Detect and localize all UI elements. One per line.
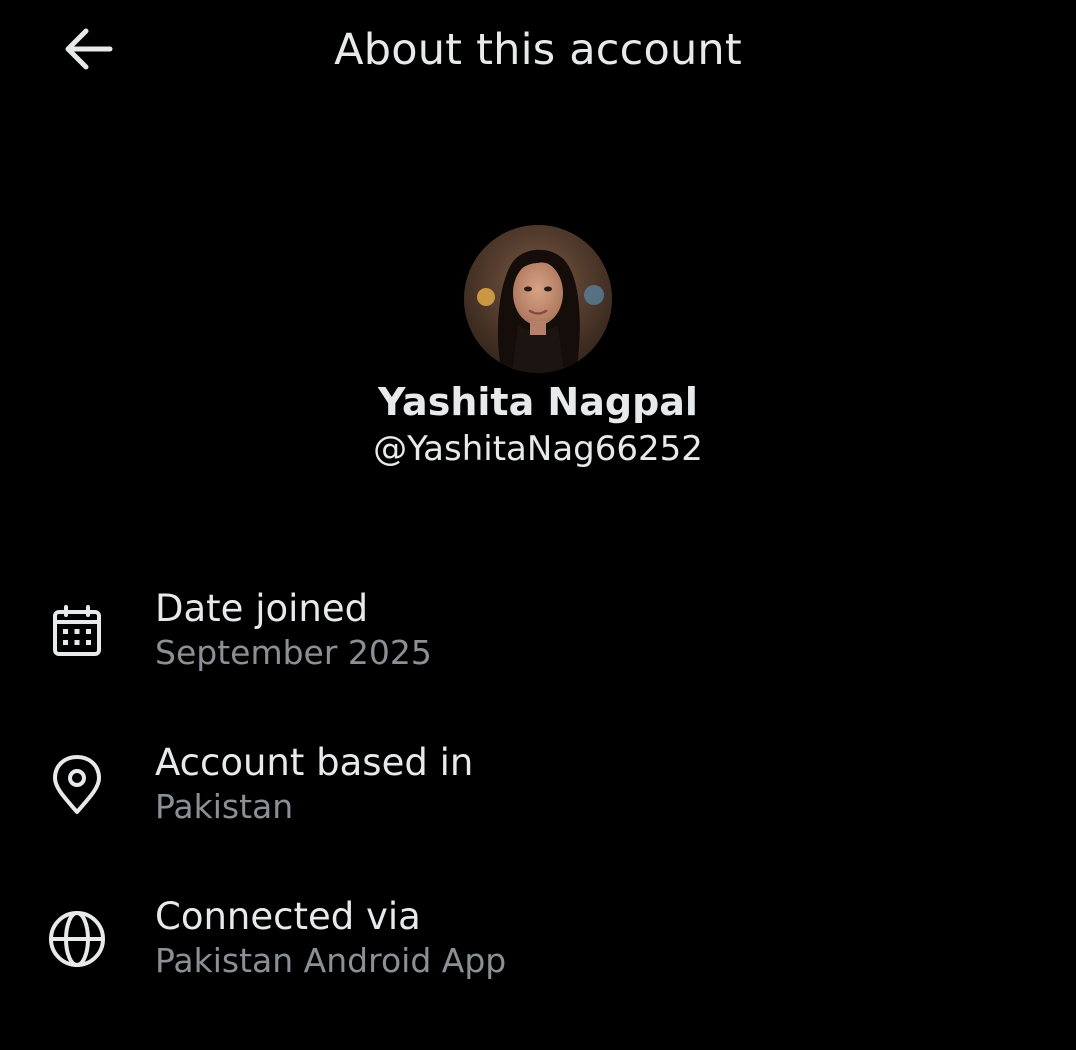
profile-photo	[464, 225, 612, 373]
username-handle: @YashitaNag66252	[373, 429, 703, 469]
detail-value: Pakistan	[155, 787, 294, 826]
calendar-icon	[46, 600, 108, 662]
avatar[interactable]	[464, 225, 612, 373]
profile-summary: Yashita Nagpal @YashitaNag66252	[0, 225, 1076, 471]
detail-label: Account based in	[155, 741, 474, 784]
detail-row-connected-via: Connected via Pakistan Android App	[0, 894, 1076, 1004]
detail-value: September 2025	[155, 633, 432, 672]
globe-icon	[46, 908, 108, 970]
detail-row-account-based-in: Account based in Pakistan	[0, 740, 1076, 850]
detail-label: Date joined	[155, 587, 369, 630]
display-name: Yashita Nagpal	[378, 380, 698, 424]
location-pin-icon	[46, 754, 108, 816]
detail-label: Connected via	[155, 895, 421, 938]
page-title: About this account	[334, 25, 742, 75]
detail-row-date-joined: Date joined September 2025	[0, 586, 1076, 696]
top-app-bar: About this account	[0, 0, 1076, 100]
detail-value: Pakistan Android App	[155, 941, 507, 980]
